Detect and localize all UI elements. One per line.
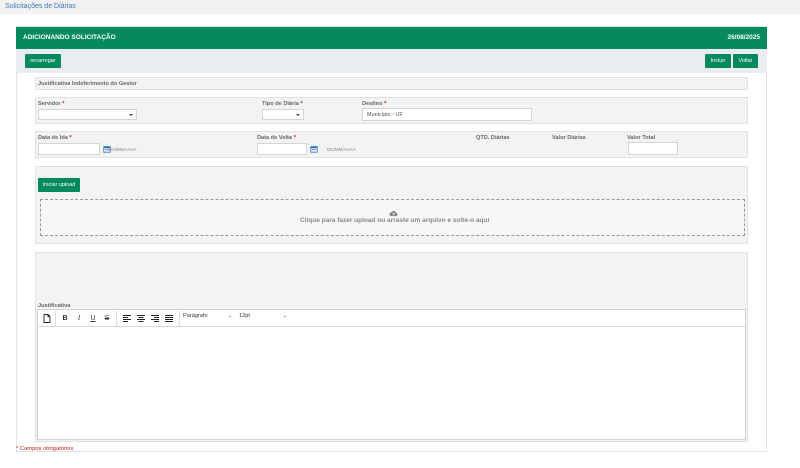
chevron-down-icon — [296, 114, 300, 116]
data-volta-input[interactable] — [257, 143, 318, 155]
upload-dropzone-message: Clique para fazer upload ou arraste um a… — [300, 217, 490, 224]
data-volta-format-hint: DD/MM/AAAA — [327, 147, 356, 152]
toolbar-separator — [55, 311, 56, 326]
justificativa-editor: B I U S Parágrafo ⌄ 12pt ⌄ — [37, 309, 746, 440]
new-document-icon[interactable] — [41, 312, 53, 324]
paragraph-format-select[interactable]: Parágrafo ⌄ — [183, 313, 235, 324]
italic-icon[interactable]: I — [73, 312, 85, 324]
editor-toolbar: B I U S Parágrafo ⌄ 12pt ⌄ — [38, 310, 745, 327]
data-ida-input[interactable] — [38, 143, 111, 155]
start-upload-button[interactable]: Iniciar upload — [38, 178, 80, 192]
align-justify-icon[interactable] — [163, 312, 175, 324]
servidor-select[interactable] — [38, 109, 137, 120]
toolbar-separator — [116, 311, 117, 326]
align-left-icon[interactable] — [121, 312, 133, 324]
breadcrumb[interactable]: Solicitações de Diárias — [5, 3, 76, 10]
chevron-down-icon: ⌄ — [283, 313, 288, 319]
form-header: ADICIONANDO SOLICITAÇÃO 26/08/2025 — [16, 27, 767, 49]
traveler-section: Servidor * Tipo de Diária * Destino * Mu… — [35, 97, 748, 124]
data-ida-format-hint: DD/MM/AAAA — [108, 147, 137, 152]
align-right-icon[interactable] — [149, 312, 161, 324]
underline-icon[interactable]: U — [87, 312, 99, 324]
strikethrough-icon[interactable]: S — [101, 312, 113, 324]
valor-total-label: Valor Total — [627, 135, 656, 141]
toolbar-separator — [179, 311, 180, 326]
valor-total-input[interactable] — [628, 142, 678, 155]
destino-label: Destino * — [362, 101, 387, 107]
destino-input[interactable]: Município - UF — [362, 108, 532, 121]
header-date: 26/08/2025 — [727, 34, 760, 41]
cloud-upload-icon — [389, 210, 398, 217]
justification-rejection-title: Justificativa Indeferimento do Gestor — [38, 81, 137, 87]
back-button[interactable]: Voltar — [733, 54, 758, 68]
tipo-diaria-label: Tipo de Diária * — [262, 101, 303, 107]
align-center-icon[interactable] — [135, 312, 147, 324]
bold-icon[interactable]: B — [59, 312, 71, 324]
include-button[interactable]: Incluir — [705, 54, 731, 68]
editor-content-area[interactable] — [38, 327, 745, 439]
chevron-down-icon — [129, 114, 133, 116]
upload-section: Iniciar upload Clique para fazer upload … — [35, 166, 748, 244]
tipo-diaria-select[interactable] — [262, 109, 304, 120]
data-ida-label: Data de Ida * — [38, 135, 72, 141]
font-size-select[interactable]: 12pt ⌄ — [239, 313, 291, 324]
chevron-down-icon: ⌄ — [228, 313, 233, 319]
required-fields-note: * Campos obrigatórios — [16, 446, 74, 452]
toolbar: recarregar Incluir Voltar — [16, 49, 767, 73]
reload-button[interactable]: recarregar — [25, 54, 61, 68]
upload-dropzone[interactable]: Clique para fazer upload ou arraste um a… — [40, 199, 745, 236]
calendar-icon[interactable] — [310, 145, 318, 153]
servidor-label: Servidor * — [38, 101, 65, 107]
page-title: ADICIONANDO SOLICITAÇÃO — [23, 34, 116, 41]
data-volta-label: Data de Volta * — [257, 135, 296, 141]
dates-section: Data de Ida * DD/MM/AAAA Data de Volta *… — [35, 131, 748, 158]
valor-diarias-label: Valor Diárias — [552, 135, 586, 141]
qtd-diarias-label: QTD. Diárias — [476, 135, 510, 141]
justification-rejection-section: Justificativa Indeferimento do Gestor — [35, 77, 748, 90]
top-bar — [0, 0, 800, 14]
